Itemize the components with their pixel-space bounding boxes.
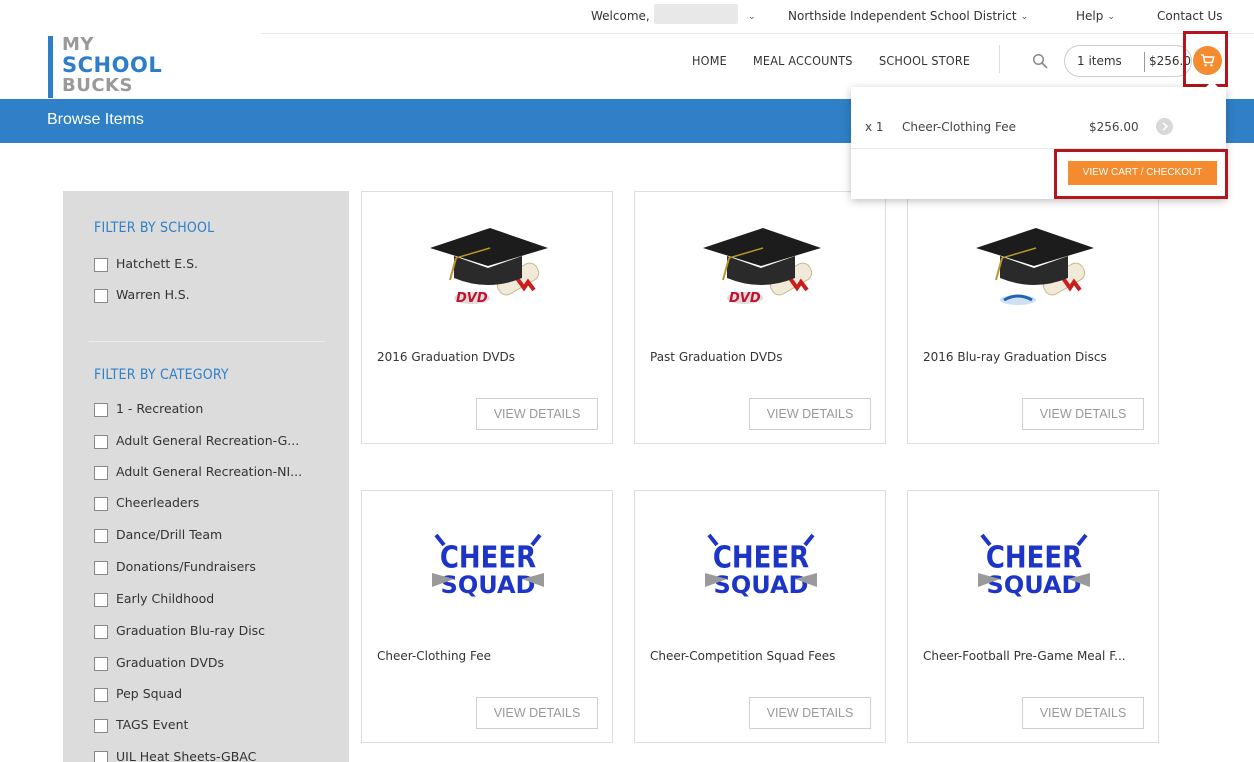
svg-text:DVD: DVD xyxy=(729,291,761,306)
contact-us-link[interactable]: Contact Us xyxy=(1157,9,1223,23)
cart-line-qty: x 1 xyxy=(865,120,884,134)
product-name[interactable]: Cheer-Football Pre-Game Meal F... xyxy=(923,649,1126,663)
help-label: Help xyxy=(1076,9,1104,23)
cheer-squad-logo-image: CHEER SQUAD xyxy=(978,533,1090,599)
svg-text:SQUAD: SQUAD xyxy=(714,571,809,599)
graduation-cap-bluray-image xyxy=(976,228,1094,305)
product-card[interactable]: CHEER SQUAD Cheer-Football Pre-Game Meal… xyxy=(907,490,1159,743)
nav-school-store[interactable]: SCHOOL STORE xyxy=(879,53,970,68)
dropdown-notch xyxy=(1206,81,1218,87)
user-menu-chevron-down-icon[interactable]: ⌄ xyxy=(744,9,756,23)
view-details-button[interactable]: VIEW DETAILS xyxy=(1022,398,1144,430)
filter-option-label: 1 - Recreation xyxy=(116,401,204,416)
filter-option-label: Cheerleaders xyxy=(116,495,200,510)
filter-option-label: Pep Squad xyxy=(116,686,183,701)
filter-option-label: Dance/Drill Team xyxy=(116,527,223,542)
logo-line-2: SCHOOL xyxy=(62,53,163,77)
cart-line-price: $256.00 xyxy=(1089,120,1139,134)
view-details-button[interactable]: VIEW DETAILS xyxy=(749,697,871,729)
redacted-user-name xyxy=(654,4,738,24)
nav-home[interactable]: HOME xyxy=(692,53,727,68)
view-details-button[interactable]: VIEW DETAILS xyxy=(1022,697,1144,729)
filter-option-label: TAGS Event xyxy=(116,717,189,732)
cart-summary-divider xyxy=(1144,52,1145,72)
cheer-squad-logo-image: CHEER SQUAD xyxy=(432,533,544,599)
filter-option-label: Donations/Fundraisers xyxy=(116,559,256,574)
svg-text:CHEER: CHEER xyxy=(713,540,809,575)
checkbox[interactable] xyxy=(94,497,108,511)
filter-divider xyxy=(89,341,325,342)
district-menu[interactable]: Northside Independent School District ⌄ xyxy=(788,9,1028,23)
checkbox[interactable] xyxy=(94,688,108,702)
graduation-cap-dvd-image: DVD xyxy=(430,228,548,306)
logo-bar xyxy=(48,36,53,98)
checkbox[interactable] xyxy=(94,258,108,272)
remove-item-icon[interactable] xyxy=(1156,118,1173,135)
product-name[interactable]: Past Graduation DVDs xyxy=(650,350,783,364)
svg-text:CHEER: CHEER xyxy=(440,540,536,575)
product-card[interactable]: DVD 2016 Graduation DVDs VIEW DETAILS xyxy=(361,191,613,444)
checkbox[interactable] xyxy=(94,593,108,607)
product-card[interactable]: CHEER SQUAD Cheer-Competition Squad Fees… xyxy=(634,490,886,743)
cart-highlight-box xyxy=(1183,31,1228,87)
logo-line-3: BUCKS xyxy=(62,75,133,96)
svg-text:SQUAD: SQUAD xyxy=(441,571,536,599)
svg-text:DVD: DVD xyxy=(456,291,488,306)
filter-by-school-heading: FILTER BY SCHOOL xyxy=(94,220,215,236)
view-details-button[interactable]: VIEW DETAILS xyxy=(749,398,871,430)
search-icon[interactable] xyxy=(1032,53,1048,69)
product-name[interactable]: 2016 Graduation DVDs xyxy=(377,350,515,364)
view-details-button[interactable]: VIEW DETAILS xyxy=(476,398,598,430)
filter-sidebar: FILTER BY SCHOOL Hatchett E.S. Warren H.… xyxy=(63,191,349,762)
checkbox[interactable] xyxy=(94,403,108,417)
utility-bar: Welcome, ⌄ Northside Independent School … xyxy=(0,0,1254,33)
page-title: Browse Items xyxy=(47,111,144,128)
checkout-highlight-box xyxy=(1054,149,1228,199)
cart-summary[interactable]: 1 items $256.00 xyxy=(1064,45,1192,77)
product-card[interactable]: CHEER SQUAD Cheer-Clothing Fee VIEW DETA… xyxy=(361,490,613,743)
checkbox[interactable] xyxy=(94,289,108,303)
chevron-down-icon: ⌄ xyxy=(1107,12,1115,22)
checkbox[interactable] xyxy=(94,435,108,449)
cheer-squad-logo-image: CHEER SQUAD xyxy=(705,533,817,599)
filter-option-label: Hatchett E.S. xyxy=(116,256,199,271)
product-card[interactable]: 2016 Blu-ray Graduation Discs VIEW DETAI… xyxy=(907,191,1159,444)
product-name[interactable]: Cheer-Competition Squad Fees xyxy=(650,649,835,663)
logo-line-1: MY xyxy=(62,34,94,55)
checkbox[interactable] xyxy=(94,719,108,733)
filter-option-label: UIL Heat Sheets-GBAC xyxy=(116,749,257,762)
svg-text:CHEER: CHEER xyxy=(986,540,1082,575)
cart-line-name: Cheer-Clothing Fee xyxy=(902,120,1016,134)
checkbox[interactable] xyxy=(94,466,108,480)
filter-option-label: Warren H.S. xyxy=(116,287,190,302)
checkbox[interactable] xyxy=(94,751,108,762)
filter-option-label: Graduation DVDs xyxy=(116,655,225,670)
filter-option-label: Early Childhood xyxy=(116,591,215,606)
svg-text:SQUAD: SQUAD xyxy=(987,571,1082,599)
view-details-button[interactable]: VIEW DETAILS xyxy=(476,697,598,729)
chevron-down-icon: ⌄ xyxy=(1020,12,1029,22)
chevron-right-icon xyxy=(1162,122,1169,131)
filter-option-label: Adult General Recreation-G... xyxy=(116,433,300,448)
product-name[interactable]: 2016 Blu-ray Graduation Discs xyxy=(923,350,1107,364)
filter-by-category-heading: FILTER BY CATEGORY xyxy=(94,367,229,383)
product-card[interactable]: DVD Past Graduation DVDs VIEW DETAILS xyxy=(634,191,886,444)
checkbox[interactable] xyxy=(94,529,108,543)
cart-line-item: x 1 Cheer-Clothing Fee $256.00 xyxy=(851,107,1226,145)
checkbox[interactable] xyxy=(94,561,108,575)
cart-item-count: 1 items xyxy=(1077,54,1122,68)
graduation-cap-dvd-image: DVD xyxy=(703,228,821,306)
myschoolbucks-logo[interactable]: MY SCHOOL BUCKS xyxy=(48,36,178,98)
utility-divider xyxy=(261,33,1254,34)
nav-divider xyxy=(999,45,1000,73)
filter-option-label: Adult General Recreation-NI... xyxy=(116,464,303,479)
filter-option-label: Graduation Blu-ray Disc xyxy=(116,623,266,638)
help-menu[interactable]: Help ⌄ xyxy=(1076,9,1115,23)
product-name[interactable]: Cheer-Clothing Fee xyxy=(377,649,491,663)
checkbox[interactable] xyxy=(94,625,108,639)
welcome-label: Welcome, xyxy=(591,9,650,23)
nav-meal-accounts[interactable]: MEAL ACCOUNTS xyxy=(753,53,853,68)
district-label: Northside Independent School District xyxy=(788,9,1017,23)
checkbox[interactable] xyxy=(94,657,108,671)
